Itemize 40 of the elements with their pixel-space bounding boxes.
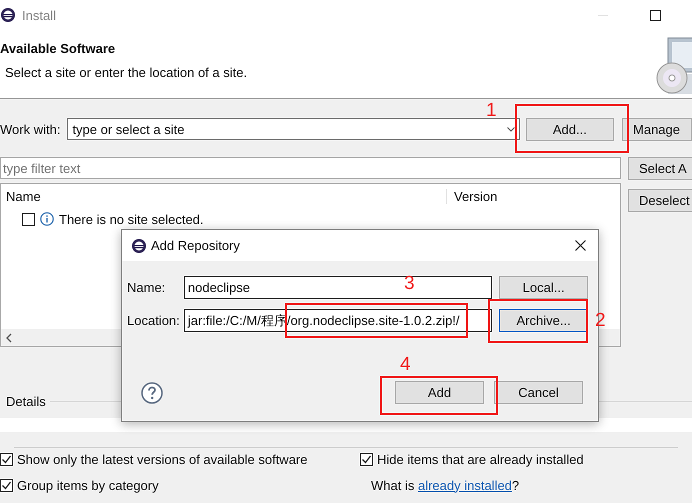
selection-button[interactable]: Select A [628, 157, 692, 180]
step-number: 4 [400, 354, 411, 376]
option-checkbox[interactable] [0, 452, 13, 466]
dialog-button[interactable]: Cancel [494, 381, 583, 404]
maximize-button[interactable] [650, 10, 661, 20]
option-label: Hide items that are already installed [377, 452, 584, 466]
browse-button[interactable]: Local... [499, 276, 588, 299]
scroll-left-icon[interactable] [5, 332, 12, 342]
option-label: Show only the latest versions of available software [17, 452, 308, 466]
info-icon [40, 212, 54, 226]
option-checkbox[interactable] [360, 452, 373, 466]
dialog-title: Add Repository [151, 238, 240, 253]
column-header[interactable]: Name [1, 189, 447, 204]
work-with-label: Work with: [0, 122, 62, 136]
field-label: Name: [127, 280, 166, 295]
selection-button[interactable]: Deselect [628, 189, 692, 212]
page-title: Available Software [0, 41, 116, 56]
installed-hint: What is already installed? [371, 478, 520, 492]
step-number: 3 [404, 273, 415, 295]
help-icon[interactable] [141, 382, 163, 404]
option-checkbox[interactable] [0, 478, 13, 492]
dialog-button[interactable]: Add [395, 381, 484, 404]
page-subtitle: Select a site or enter the location of a site. [5, 65, 248, 80]
add-site-button[interactable]: Add... [526, 118, 614, 140]
manage-button[interactable]: Manage [622, 118, 692, 140]
details-label: Details [5, 394, 47, 408]
close-icon[interactable] [575, 240, 586, 251]
eclipse-icon [131, 238, 147, 254]
row-checkbox[interactable] [22, 212, 35, 226]
window-title: Install [22, 8, 56, 22]
field-label: Location: [127, 313, 181, 328]
chevron-down-icon [506, 126, 515, 132]
option-label: Group items by category [17, 478, 159, 492]
column-header[interactable]: Version [447, 189, 498, 204]
site-combo-box[interactable]: type or select a site [67, 118, 520, 140]
already-installed-link[interactable]: already installed [418, 478, 512, 492]
table-cell: There is no site selected. [59, 212, 204, 226]
filter-field[interactable]: type filter text [0, 157, 621, 179]
step-number: 2 [595, 310, 606, 332]
browse-button[interactable]: Archive... [499, 309, 588, 332]
